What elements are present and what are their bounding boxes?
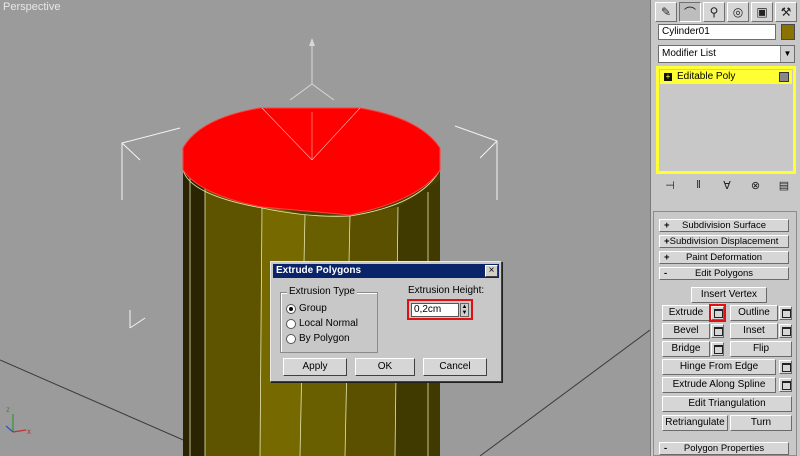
rollout-edit-polygons[interactable]: - Edit Polygons	[659, 267, 789, 280]
rollout-subdivision-surface[interactable]: + Subdivision Surface	[659, 219, 789, 232]
extrude-along-spline-settings-button[interactable]	[779, 378, 792, 392]
extrusion-type-label: Extrusion Type	[287, 286, 357, 297]
radio-local-normal[interactable]: Local Normal	[286, 318, 358, 330]
rollout-subdivision-displacement[interactable]: + Subdivision Displacement	[659, 235, 789, 248]
rollout-paint-deformation[interactable]: + Paint Deformation	[659, 251, 789, 264]
radio-icon[interactable]	[286, 334, 296, 344]
make-unique-icon[interactable]: ∀	[719, 179, 735, 195]
close-icon[interactable]: ×	[485, 265, 498, 277]
extrude-settings-button[interactable]	[709, 304, 726, 322]
display-icon[interactable]: ▣	[751, 2, 773, 22]
extrude-along-spline-button[interactable]: Extrude Along Spline	[662, 377, 776, 393]
collapse-icon: -	[664, 268, 668, 279]
svg-text:x: x	[27, 427, 31, 436]
bevel-settings-button[interactable]	[711, 324, 724, 338]
retriangulate-button[interactable]: Retriangulate	[662, 415, 728, 431]
radio-icon[interactable]	[286, 319, 296, 329]
extrusion-height-label: Extrusion Height:	[408, 285, 485, 296]
radio-label: Group	[299, 303, 327, 314]
stack-item-label: Editable Poly	[677, 71, 736, 82]
modifier-list-label: Modifier List	[662, 48, 716, 59]
ok-button[interactable]: OK	[355, 358, 415, 376]
command-panel-tabs: ✎ ⌒ ⚲ ◎ ▣ ⚒	[655, 2, 797, 22]
flip-button[interactable]: Flip	[730, 341, 792, 357]
hinge-from-edge-button[interactable]: Hinge From Edge	[662, 359, 776, 375]
radio-group[interactable]: Group	[286, 303, 327, 315]
rollout-label: Polygon Properties	[683, 443, 765, 454]
perspective-viewport[interactable]: z x Perspective	[0, 0, 650, 456]
radio-selected-icon[interactable]	[286, 304, 296, 314]
configure-modifier-sets-icon[interactable]: ▤	[776, 179, 792, 195]
stack-item-editable-poly[interactable]: + Editable Poly	[660, 70, 792, 84]
extrusion-height-input[interactable]: 0,2cm	[411, 303, 459, 317]
spinner-icon[interactable]: ▲ ▼	[460, 303, 469, 317]
scene-render: z x	[0, 38, 650, 456]
show-end-result-toggle-icon[interactable]: ‖	[691, 179, 707, 195]
cancel-button[interactable]: Cancel	[423, 358, 487, 376]
modifier-rollouts[interactable]: + Subdivision Surface + Subdivision Displa…	[653, 211, 797, 456]
radio-label: By Polygon	[299, 333, 350, 344]
svg-text:z: z	[6, 405, 10, 414]
stack-tools: ⊣ ‖ ∀ ⊗ ▤	[662, 179, 792, 195]
motion-icon[interactable]: ◎	[727, 2, 749, 22]
create-icon[interactable]: ✎	[655, 2, 677, 22]
expand-icon[interactable]: +	[664, 73, 672, 81]
pin-stack-icon[interactable]: ⊣	[662, 179, 678, 195]
collapse-icon: -	[664, 443, 668, 454]
radio-by-polygon[interactable]: By Polygon	[286, 333, 350, 345]
outline-settings-button[interactable]	[779, 306, 792, 320]
rollout-label: Edit Polygons	[694, 268, 754, 279]
dialog-title-bar[interactable]: Extrude Polygons ×	[273, 264, 499, 278]
bridge-settings-button[interactable]	[711, 342, 724, 356]
extrude-polygons-dialog: Extrude Polygons × Extrusion Type Group …	[270, 261, 502, 382]
modifier-list-dropdown[interactable]: Modifier List ▼	[658, 45, 795, 63]
expand-icon: +	[664, 236, 670, 247]
chevron-down-icon[interactable]: ▼	[780, 46, 794, 62]
object-color-swatch[interactable]	[781, 24, 795, 40]
modify-icon[interactable]: ⌒	[679, 2, 701, 22]
insert-vertex-button[interactable]: Insert Vertex	[691, 287, 767, 303]
remove-modifier-icon[interactable]: ⊗	[748, 179, 764, 195]
expand-icon: +	[664, 252, 670, 263]
apply-button[interactable]: Apply	[283, 358, 347, 376]
edit-triangulation-button[interactable]: Edit Triangulation	[662, 396, 792, 412]
modifier-stack[interactable]: + Editable Poly	[656, 66, 796, 174]
extrusion-height-highlight: 0,2cm ▲ ▼	[407, 299, 473, 320]
hierarchy-icon[interactable]: ⚲	[703, 2, 725, 22]
bridge-button[interactable]: Bridge	[662, 341, 710, 357]
inset-settings-button[interactable]	[779, 324, 792, 338]
rollout-label: Paint Deformation	[685, 252, 763, 263]
radio-label: Local Normal	[299, 318, 358, 329]
inset-button[interactable]: Inset	[730, 323, 778, 339]
rollout-polygon-properties[interactable]: - Polygon Properties	[659, 442, 789, 455]
extrusion-type-group: Extrusion Type Group Local Normal By Pol…	[280, 286, 378, 353]
outline-button[interactable]: Outline	[730, 305, 778, 321]
bevel-button[interactable]: Bevel	[662, 323, 710, 339]
rollout-label: Subdivision Surface	[682, 220, 766, 231]
object-name-field[interactable]: Cylinder01	[658, 24, 776, 40]
rollout-label: Subdivision Displacement	[669, 236, 779, 247]
show-end-result-icon[interactable]	[779, 72, 789, 82]
turn-button[interactable]: Turn	[730, 415, 792, 431]
viewport-label[interactable]: Perspective	[3, 1, 60, 13]
hinge-settings-button[interactable]	[779, 360, 792, 374]
extrude-button[interactable]: Extrude	[662, 305, 710, 321]
utilities-icon[interactable]: ⚒	[775, 2, 797, 22]
expand-icon: +	[664, 220, 670, 231]
dialog-title: Extrude Polygons	[276, 265, 362, 276]
